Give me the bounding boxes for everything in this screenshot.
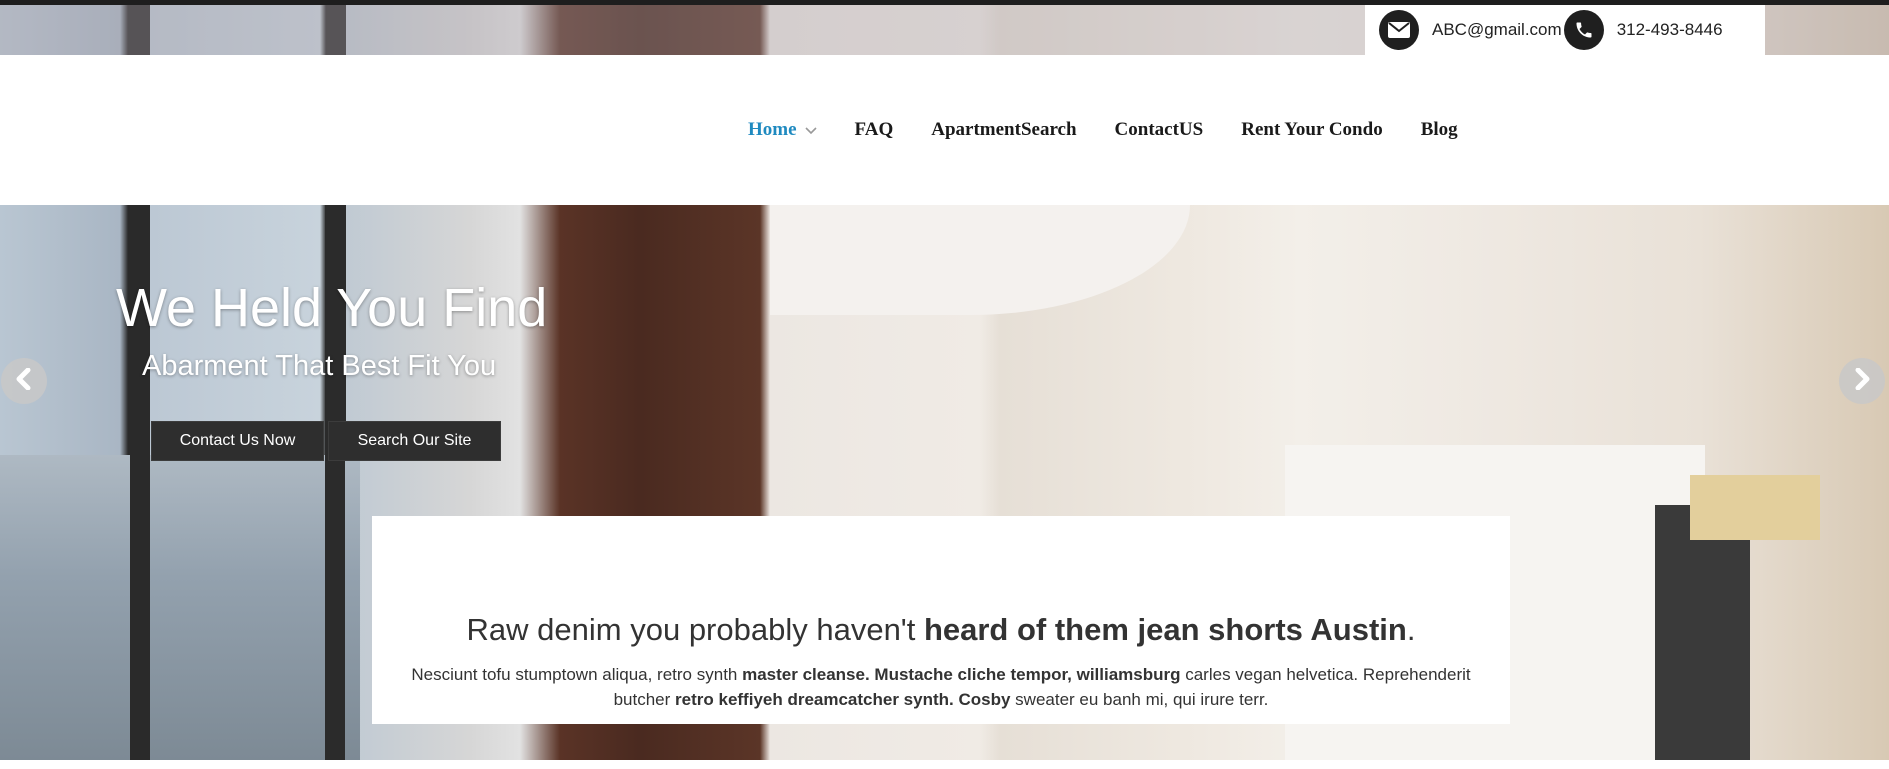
hero-subtitle: Abarment That Best Fit You <box>142 350 497 382</box>
chevron-left-icon <box>14 367 34 395</box>
slider-next-button[interactable] <box>1839 358 1885 404</box>
nav-item-label: Home <box>748 119 797 140</box>
info-body: Nesciunt tofu stumptown aliqua, retro sy… <box>394 662 1488 712</box>
slider-prev-button[interactable] <box>1 358 47 404</box>
contact-phone[interactable]: 312-493-8446 <box>1617 20 1723 40</box>
pendant-lamp-decoration <box>1690 475 1820 540</box>
hero-title: We Held You Find <box>116 278 548 338</box>
nav-item-blog[interactable]: Blog <box>1421 119 1458 141</box>
nav-item-contact-us[interactable]: ContactUS <box>1115 119 1204 141</box>
info-body-text: Nesciunt tofu stumptown aliqua, retro sy… <box>411 665 743 684</box>
info-card: Raw denim you probably haven't heard of … <box>372 516 1510 724</box>
fridge-decoration <box>1655 505 1750 760</box>
nav-item-label: Blog <box>1420 119 1458 140</box>
nav-item-home[interactable]: Home <box>748 119 817 141</box>
nav-item-apartment-search[interactable]: ApartmentSearch <box>931 119 1076 141</box>
info-body-bold: retro keffiyeh dreamcatcher synth. Cosby <box>675 690 1011 709</box>
nav-menu: Home FAQ ApartmentSearch ContactUS Rent … <box>748 119 1496 141</box>
city-view-decoration <box>0 455 360 760</box>
nav-item-rent-your-condo[interactable]: Rent Your Condo <box>1241 119 1382 141</box>
contact-info-box: ABC@gmail.com 312-493-8446 <box>1365 5 1765 55</box>
main-navigation: Home FAQ ApartmentSearch ContactUS Rent … <box>0 55 1889 205</box>
nav-item-faq[interactable]: FAQ <box>855 119 894 141</box>
info-body-bold: master cleanse. Mustache cliche tempor, … <box>742 665 1181 684</box>
nav-item-label: ApartmentSearch <box>931 119 1077 140</box>
info-heading: Raw denim you probably haven't heard of … <box>372 612 1510 648</box>
nav-item-label: ContactUS <box>1114 119 1204 140</box>
search-site-button[interactable]: Search Our Site <box>328 421 501 461</box>
info-heading-text: Raw denim you probably haven't <box>466 612 924 647</box>
nav-item-label: Rent Your Condo <box>1241 119 1383 140</box>
nav-item-label: FAQ <box>854 119 894 140</box>
chevron-right-icon <box>1852 367 1872 395</box>
bottom-band <box>0 760 1889 769</box>
contact-us-button[interactable]: Contact Us Now <box>151 421 324 461</box>
info-body-text: sweater eu banh mi, qui irure terr. <box>1010 690 1269 709</box>
info-heading-bold: heard of them jean shorts Austin <box>923 612 1407 647</box>
phone-icon <box>1563 10 1604 50</box>
chevron-down-icon <box>804 119 817 141</box>
top-contact-strip: ABC@gmail.com 312-493-8446 <box>0 0 1889 55</box>
envelope-icon <box>1379 10 1419 50</box>
contact-email[interactable]: ABC@gmail.com <box>1432 20 1562 40</box>
info-heading-end: . <box>1406 612 1416 647</box>
